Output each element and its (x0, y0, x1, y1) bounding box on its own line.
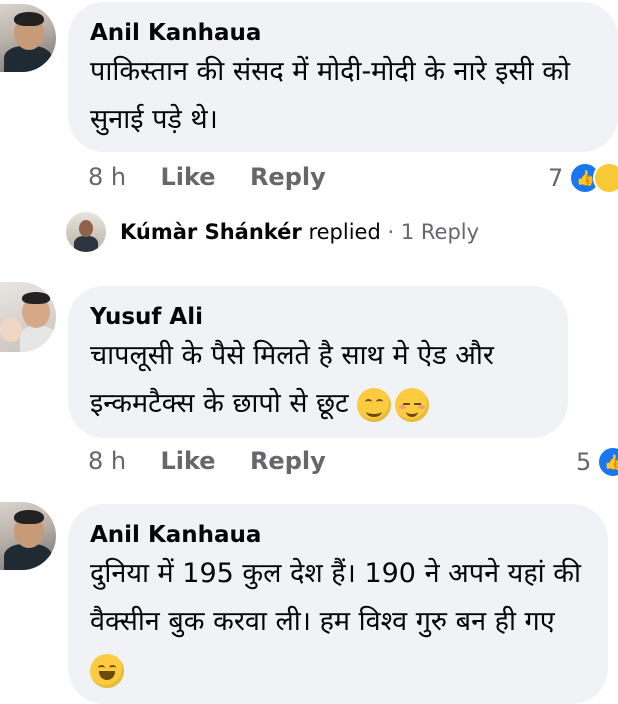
comment-author[interactable]: Yusuf Ali (90, 302, 546, 332)
comment-actions: 8 h Like Reply (88, 163, 352, 191)
like-button[interactable]: Like (160, 447, 215, 475)
relieved-face-icon (395, 387, 430, 422)
reaction-count: 5 (576, 448, 592, 476)
comment-text-body: चापलूसी के पैसे मिलते है साथ मे ऐड और इन… (90, 340, 494, 419)
comment-author[interactable]: Anil Kanhaua (90, 18, 596, 48)
avatar[interactable] (0, 4, 56, 72)
comment-text: पाकिस्तान की संसद में मोदी-मोदी के नारे … (90, 56, 570, 135)
reply-verb: replied (308, 220, 381, 244)
laughing-tears-icon (90, 653, 124, 688)
comment-bubble: Anil Kanhaua दुनिया में 195 कुल देश हैं।… (68, 504, 608, 704)
like-button[interactable]: Like (160, 163, 215, 191)
comment-timestamp[interactable]: 8 h (88, 163, 126, 191)
smiling-face-icon (357, 387, 392, 422)
comment-timestamp[interactable]: 8 h (88, 447, 126, 475)
comment-text: चापलूसी के पैसे मिलते है साथ मे ऐड और इन… (90, 332, 560, 428)
reply-button[interactable]: Reply (250, 163, 326, 191)
comment-actions: 8 h Like Reply (88, 447, 352, 475)
comment-bubble: Yusuf Ali चापलूसी के पैसे मिलते है साथ म… (68, 286, 568, 438)
comment-bubble: Anil Kanhaua पाकिस्तान की संसद में मोदी-… (68, 2, 618, 152)
reply-author: Kúmàr Shánkér (120, 220, 302, 244)
comment-author[interactable]: Anil Kanhaua (90, 520, 586, 550)
reaction-summary[interactable]: 5 👍 (576, 446, 618, 478)
avatar[interactable] (0, 502, 56, 570)
view-replies-link[interactable]: Kúmàr Shánkér replied · 1 Reply (120, 220, 479, 244)
reaction-count: 7 (548, 164, 564, 192)
comment-text: दुनिया में 195 कुल देश हैं। 190 ने अपने … (90, 550, 590, 694)
reaction-summary[interactable]: 7 👍 (548, 162, 618, 194)
reply-button[interactable]: Reply (250, 447, 326, 475)
separator-dot: · (387, 220, 395, 244)
like-icon: 👍 (597, 446, 618, 478)
comment-text-body: दुनिया में 195 कुल देश हैं। 190 ने अपने … (90, 558, 581, 637)
reply-avatar[interactable] (66, 212, 106, 252)
haha-icon (593, 162, 618, 194)
reply-count: 1 Reply (400, 220, 480, 244)
avatar[interactable] (0, 282, 56, 352)
